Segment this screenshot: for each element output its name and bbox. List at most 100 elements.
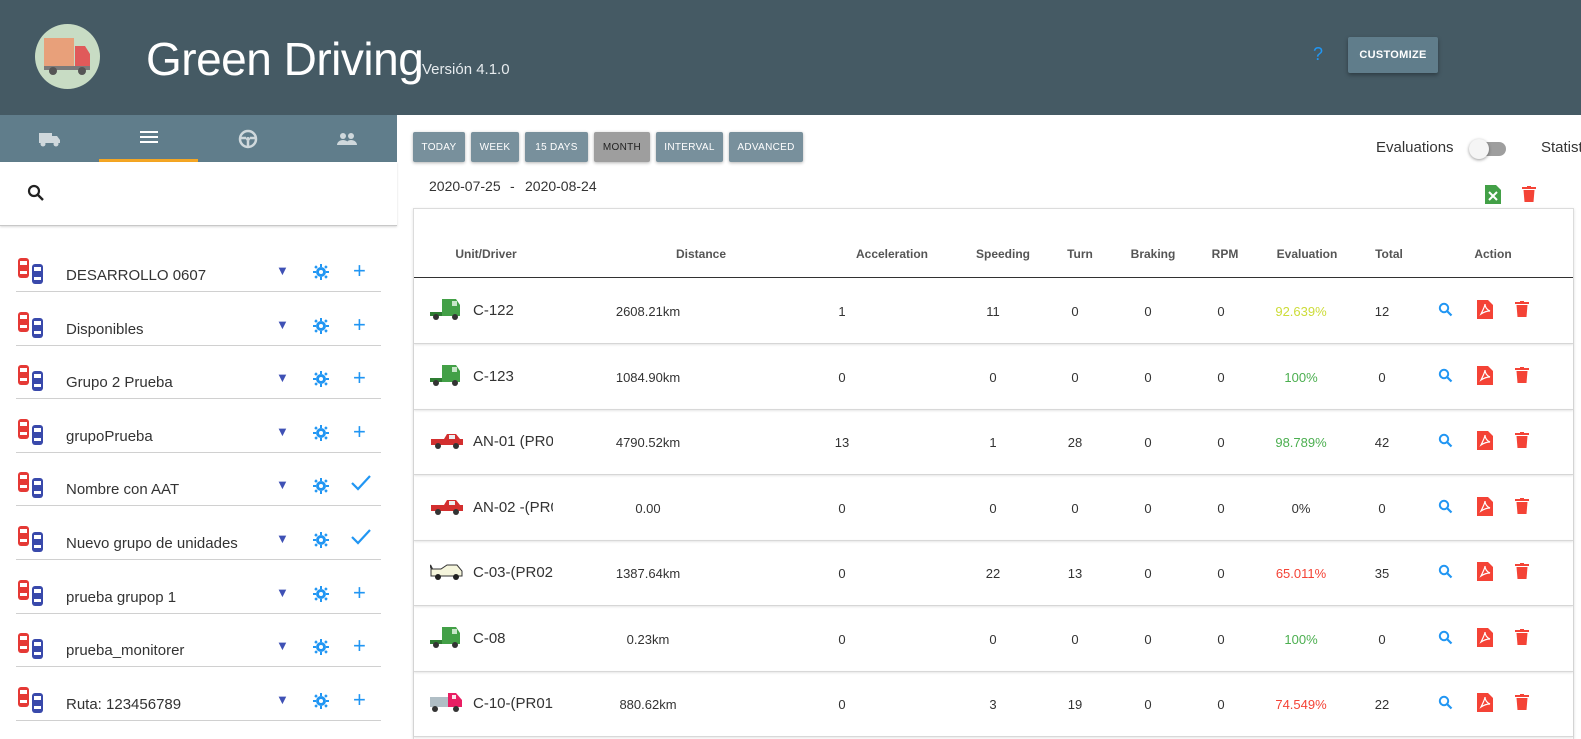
expand-arrow-icon[interactable]: ▼ <box>276 263 289 278</box>
tab-units[interactable] <box>0 115 99 162</box>
add-icon[interactable]: + <box>353 687 366 713</box>
search-icon[interactable] <box>1438 630 1453 650</box>
delete-icon[interactable] <box>1515 628 1529 650</box>
header-evaluation[interactable]: Evaluation <box>1277 247 1338 261</box>
check-icon[interactable] <box>350 474 372 497</box>
gear-icon[interactable] <box>313 317 329 339</box>
header-speeding[interactable]: Speeding <box>976 247 1030 261</box>
search-bar <box>0 162 397 226</box>
table-row[interactable]: C-123 1084.90km 0 0 0 0 0 100% 0 <box>414 344 1573 410</box>
gear-icon[interactable] <box>313 585 329 607</box>
expand-arrow-icon[interactable]: ▼ <box>276 477 289 492</box>
delete-icon[interactable] <box>1515 432 1529 453</box>
delete-icon[interactable] <box>1515 366 1529 388</box>
expand-arrow-icon[interactable]: ▼ <box>276 531 289 546</box>
search-icon[interactable] <box>1438 302 1453 322</box>
delete-icon[interactable] <box>1515 694 1529 715</box>
header-unit-driver[interactable]: Unit/Driver <box>455 247 516 261</box>
table-row[interactable]: C-03-(PR020 1387.64km 0 22 13 0 0 65.011% 35 <box>414 540 1573 606</box>
expand-arrow-icon[interactable]: ▼ <box>276 424 289 439</box>
search-icon[interactable] <box>27 184 45 202</box>
search-icon[interactable] <box>1438 433 1453 453</box>
date-from[interactable]: 2020-07-25 <box>429 178 501 194</box>
delete-all-icon[interactable] <box>1522 186 1536 202</box>
search-icon[interactable] <box>1438 564 1453 584</box>
date-to[interactable]: 2020-08-24 <box>525 178 597 194</box>
group-item[interactable]: Nombre con AAT ▼ <box>16 472 381 507</box>
truck-icon <box>38 132 60 146</box>
group-item[interactable]: Disponibles ▼ + <box>16 311 381 346</box>
search-icon[interactable] <box>1438 499 1453 519</box>
gear-icon[interactable] <box>313 532 329 553</box>
group-item[interactable]: DESARROLLO 0607 ▼ + <box>16 258 381 292</box>
period-week-button[interactable]: WEEK <box>471 132 519 162</box>
search-input[interactable] <box>60 178 380 210</box>
pdf-icon[interactable] <box>1477 627 1493 652</box>
expand-arrow-icon[interactable]: ▼ <box>276 692 289 707</box>
tab-drivers[interactable] <box>198 115 297 162</box>
search-icon[interactable] <box>1438 695 1453 715</box>
delete-icon[interactable] <box>1515 301 1529 322</box>
group-item[interactable]: grupoPrueba ▼ + <box>16 418 381 453</box>
tab-groups[interactable] <box>99 115 198 162</box>
period-month-button[interactable]: MONTH <box>594 132 650 162</box>
add-icon[interactable]: + <box>353 419 366 445</box>
group-item[interactable]: Ruta: 123456789 ▼ + <box>16 686 381 721</box>
group-item[interactable]: Nuevo grupo de unidades ▼ <box>16 526 381 560</box>
add-icon[interactable]: + <box>353 365 366 391</box>
unit-name: C-122 <box>473 302 514 319</box>
delete-icon[interactable] <box>1515 563 1529 584</box>
header-turn[interactable]: Turn <box>1067 247 1093 261</box>
period-15days-button[interactable]: 15 DAYS <box>525 132 588 162</box>
tab-users[interactable] <box>297 115 396 162</box>
check-icon[interactable] <box>350 528 372 551</box>
expand-arrow-icon[interactable]: ▼ <box>276 585 289 600</box>
table-row[interactable]: AN-02 -(PR08 0.00 0 0 0 0 0 0% 0 <box>414 475 1573 541</box>
help-icon[interactable]: ? <box>1313 44 1323 65</box>
group-item[interactable]: Grupo 2 Prueba ▼ + <box>16 365 381 400</box>
add-icon[interactable]: + <box>353 312 366 338</box>
pdf-icon[interactable] <box>1477 365 1493 390</box>
table-row[interactable]: C-122 2608.21km 1 11 0 0 0 92.639% 12 <box>414 278 1573 344</box>
gear-icon[interactable] <box>313 692 329 714</box>
add-icon[interactable]: + <box>353 633 366 659</box>
search-icon[interactable] <box>1438 368 1453 388</box>
gear-icon[interactable] <box>313 371 329 392</box>
add-icon[interactable]: + <box>353 258 366 284</box>
period-today-button[interactable]: TODAY <box>413 132 465 162</box>
evaluations-statistics-toggle[interactable] <box>1469 139 1506 159</box>
pdf-icon[interactable] <box>1477 300 1493 324</box>
pdf-icon[interactable] <box>1477 431 1493 455</box>
header-distance[interactable]: Distance <box>676 247 726 261</box>
gear-icon[interactable] <box>313 424 329 446</box>
customize-button[interactable]: CUSTOMIZE <box>1348 37 1438 73</box>
add-icon[interactable]: + <box>353 580 366 606</box>
group-item[interactable]: prueba_monitorer ▼ + <box>16 633 381 668</box>
gear-icon[interactable] <box>313 478 329 499</box>
table-row[interactable]: C-08 0.23km 0 0 0 0 0 100% 0 <box>414 606 1573 672</box>
group-item[interactable]: prueba grupop 1 ▼ + <box>16 579 381 614</box>
header-rpm[interactable]: RPM <box>1212 247 1239 261</box>
expand-arrow-icon[interactable]: ▼ <box>276 317 289 332</box>
excel-export-icon[interactable] <box>1485 185 1501 204</box>
green-truck-icon <box>430 624 464 655</box>
period-advanced-button[interactable]: ADVANCED <box>729 132 803 162</box>
acceleration-cell: 0 <box>838 697 846 712</box>
delete-icon[interactable] <box>1515 497 1529 519</box>
header-acceleration[interactable]: Acceleration <box>856 247 928 261</box>
header-total[interactable]: Total <box>1375 247 1403 261</box>
pdf-icon[interactable] <box>1477 693 1493 717</box>
group-name: DESARROLLO 0607 <box>66 267 207 284</box>
pdf-icon[interactable] <box>1477 562 1493 586</box>
expand-arrow-icon[interactable]: ▼ <box>276 638 289 653</box>
period-interval-button[interactable]: INTERVAL <box>656 132 723 162</box>
header-braking[interactable]: Braking <box>1131 247 1176 261</box>
pdf-icon[interactable] <box>1477 496 1493 521</box>
expand-arrow-icon[interactable]: ▼ <box>276 370 289 385</box>
gear-icon[interactable] <box>313 264 329 285</box>
group-cars-icon <box>16 256 48 286</box>
braking-cell: 0 <box>1144 369 1152 385</box>
table-row[interactable]: AN-01 (PR08 4790.52km 13 1 28 0 0 98.789% 42 <box>414 409 1573 475</box>
gear-icon[interactable] <box>313 639 329 660</box>
table-row[interactable]: C-10-(PR016 880.62km 0 3 19 0 0 74.549% 22 <box>414 671 1573 737</box>
